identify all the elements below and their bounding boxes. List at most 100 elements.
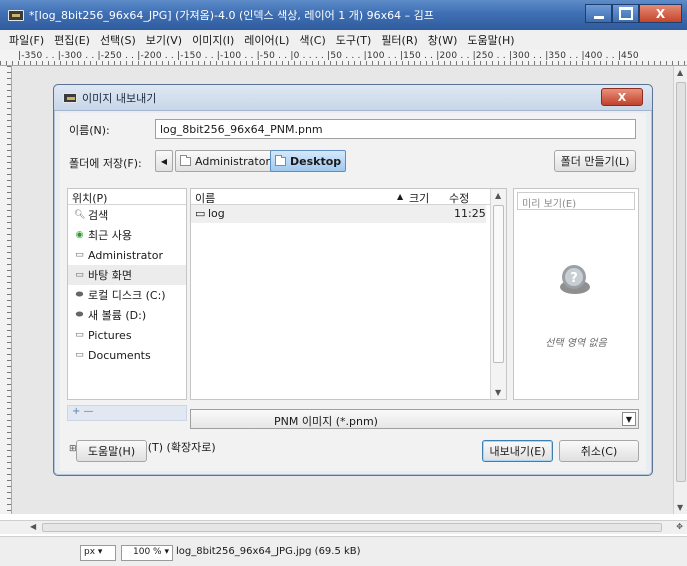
gimp-mascot-icon: ? [560, 265, 590, 294]
dialog-titlebar[interactable]: 이미지 내보내기 X [54, 85, 652, 111]
menu-file[interactable]: 파일(F) [4, 32, 49, 48]
breadcrumb-desktop[interactable]: Desktop [270, 150, 347, 172]
close-icon: X [655, 6, 666, 21]
place-recent[interactable]: ◉ 최근 사용 [68, 225, 186, 245]
place-documents[interactable]: ▭ Documents [68, 345, 186, 365]
vertical-scroll-thumb[interactable] [676, 82, 686, 482]
export-button[interactable]: 내보내기(E) [482, 440, 553, 462]
window-titlebar[interactable]: *[log_8bit256_96x64_JPG] (가져옴)-4.0 (인덱스 … [0, 0, 687, 30]
svg-text:?: ? [570, 271, 578, 286]
save-folder-label: 폴더에 저장(F): [69, 157, 142, 170]
navigate-icon[interactable]: ✥ [676, 522, 683, 531]
help-button[interactable]: 도움말(H) [76, 440, 147, 462]
file-row[interactable]: ▭ log 11:25 [191, 205, 486, 223]
unit-value: px [84, 547, 96, 557]
menu-view[interactable]: 보기(V) [141, 32, 187, 48]
help-label: 도움말(H) [87, 445, 136, 458]
menu-tools[interactable]: 도구(T) [331, 32, 377, 48]
filename-input[interactable]: log_8bit256_96x64_PNM.pnm [155, 119, 636, 139]
file-type-value: PNM 이미지 (*.pnm) [274, 415, 378, 428]
horizontal-scrollbar[interactable]: ◀ ✥ [0, 520, 687, 534]
preview-panel: 미리 보기(E) ? 선택 영역 없음 [513, 188, 639, 400]
sort-up-icon: ▲ [397, 192, 404, 201]
places-add-remove[interactable]: + — [67, 405, 187, 421]
vertical-scrollbar[interactable]: ▲ ▼ [673, 66, 687, 514]
place-pictures[interactable]: ▭ Pictures [68, 325, 186, 345]
scroll-up-icon[interactable]: ▲ [495, 191, 501, 200]
close-icon: X [617, 90, 627, 104]
scroll-up-icon[interactable]: ▲ [677, 68, 683, 77]
chevron-down-icon[interactable]: ▼ [622, 412, 636, 426]
preview-empty-text: 선택 영역 없음 [545, 338, 607, 349]
preview-toggle[interactable]: 미리 보기(E) [517, 192, 635, 210]
horizontal-ruler[interactable]: |-350 . . |-300 . . |-250 . . |-200 . . … [0, 50, 687, 66]
place-local-disk[interactable]: ⬬ 로컬 디스크 (C:) [68, 285, 186, 305]
name-label: 이름(N): [69, 124, 110, 137]
status-file-info: log_8bit256_96x64_JPG.jpg (69.5 kB) [176, 546, 361, 557]
minimize-button[interactable] [585, 4, 612, 23]
place-label: 바탕 화면 [88, 269, 132, 282]
file-type-select[interactable]: PNM 이미지 (*.pnm) ▼ [190, 409, 639, 429]
gimp-app-icon [8, 9, 24, 21]
export-label: 내보내기(E) [489, 445, 546, 458]
place-administrator[interactable]: ▭ Administrator [68, 245, 186, 265]
place-label: Administrator [88, 248, 163, 262]
add-remove-icon: + — [72, 406, 94, 417]
scroll-down-icon[interactable]: ▼ [677, 503, 683, 512]
recent-icon: ◉ [75, 230, 84, 240]
file-modified: 11:25 [454, 207, 486, 220]
horizontal-scroll-thumb[interactable] [42, 523, 662, 532]
zoom-select[interactable]: 100 % ▾ [121, 545, 173, 561]
vertical-ruler[interactable] [0, 66, 12, 514]
cancel-label: 취소(C) [580, 445, 618, 458]
scroll-down-icon[interactable]: ▼ [495, 388, 501, 397]
scroll-left-icon[interactable]: ◀ [30, 522, 36, 531]
menu-layer[interactable]: 레이어(L) [239, 32, 294, 48]
maximize-button[interactable] [612, 4, 639, 23]
place-desktop[interactable]: ▭ 바탕 화면 [68, 265, 186, 285]
file-list-scrollbar[interactable]: ▲ ▼ [490, 189, 506, 399]
file-list-scroll-thumb[interactable] [493, 205, 504, 363]
window-controls: X [585, 4, 682, 23]
dialog-title: 이미지 내보내기 [82, 91, 157, 105]
export-image-dialog: 이미지 내보내기 X 이름(N): log_8bit256_96x64_PNM.… [53, 84, 653, 476]
menu-windows[interactable]: 창(W) [423, 32, 463, 48]
menu-edit[interactable]: 편집(E) [49, 32, 95, 48]
place-search[interactable]: 🔍︎ 검색 [68, 205, 186, 225]
unit-select[interactable]: px ▾ [80, 545, 116, 561]
place-new-volume[interactable]: ⬬ 새 볼륨 (D:) [68, 305, 186, 325]
column-name[interactable]: 이름 [195, 190, 215, 206]
preview-label: 미리 보기(E) [522, 199, 577, 210]
breadcrumb-label: Desktop [290, 154, 342, 168]
place-label: Documents [88, 348, 151, 362]
folder-icon: ▭ [75, 250, 84, 260]
column-size[interactable]: 크기 [409, 190, 429, 206]
menu-image[interactable]: 이미지(I) [187, 32, 239, 48]
place-label: 로컬 디스크 (C:) [88, 289, 166, 302]
menu-help[interactable]: 도움말(H) [462, 32, 519, 48]
cancel-button[interactable]: 취소(C) [559, 440, 639, 462]
close-button[interactable]: X [639, 4, 682, 23]
folder-icon [180, 154, 191, 166]
place-label: 새 볼륨 (D:) [88, 309, 147, 322]
places-header-label: 위치(P) [72, 192, 108, 205]
dialog-close-button[interactable]: X [601, 88, 643, 106]
file-list: 이름 ▲ 크기 수정 ▭ log 11:25 ▲ ▼ [190, 188, 507, 400]
create-folder-button[interactable]: 폴더 만들기(L) [554, 150, 636, 172]
menu-filters[interactable]: 필터(R) [376, 32, 422, 48]
breadcrumb-administrator[interactable]: Administrator [175, 150, 275, 172]
column-modified[interactable]: 수정 [449, 190, 469, 206]
zoom-value: 100 % [133, 547, 162, 557]
places-panel: 위치(P) 🔍︎ 검색 ◉ 최근 사용 ▭ Administrator ▭ 바탕 화면 … [67, 188, 187, 400]
file-name: log [208, 207, 225, 220]
search-icon: 🔍︎ [74, 210, 86, 220]
place-label: Pictures [88, 328, 132, 342]
menu-color[interactable]: 색(C) [294, 32, 330, 48]
menu-select[interactable]: 선택(S) [95, 32, 141, 48]
place-label: 최근 사용 [88, 229, 132, 242]
path-back-button[interactable]: ◀ [155, 150, 173, 172]
folder-icon: ▭ [75, 330, 84, 340]
menu-bar: 파일(F) 편집(E) 선택(S) 보기(V) 이미지(I) 레이어(L) 색(… [0, 30, 687, 50]
ruler-ticks [0, 61, 687, 65]
folder-icon: ▭ [75, 270, 84, 280]
